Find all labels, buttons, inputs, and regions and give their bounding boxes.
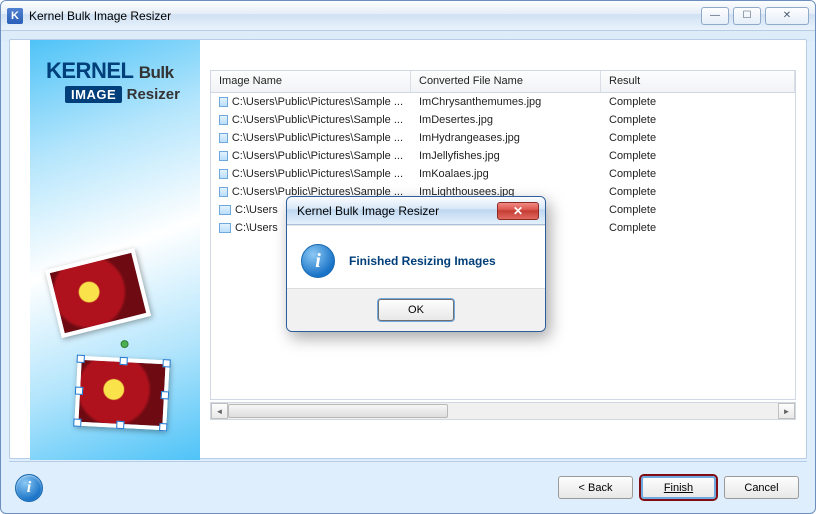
cell-result: Complete bbox=[601, 113, 795, 127]
cell-result: Complete bbox=[601, 167, 795, 181]
dialog-titlebar[interactable]: Kernel Bulk Image Resizer ✕ bbox=[287, 197, 545, 225]
info-icon: i bbox=[301, 244, 335, 278]
cell-image-name: C:\Users\Public\Pictures\Sample ... bbox=[211, 149, 411, 163]
info-button[interactable]: i bbox=[15, 474, 43, 502]
cell-result: Complete bbox=[601, 149, 795, 163]
cell-result: Complete bbox=[601, 131, 795, 145]
minimize-button[interactable]: — bbox=[701, 7, 729, 25]
app-icon: K bbox=[7, 8, 23, 24]
col-result[interactable]: Result bbox=[601, 71, 795, 92]
cell-image-name: C:\Users\Public\Pictures\Sample ... bbox=[211, 95, 411, 109]
dialog-body: i Finished Resizing Images bbox=[287, 225, 545, 288]
cell-image-name: C:\Users\Public\Pictures\Sample ... bbox=[211, 131, 411, 145]
scroll-thumb[interactable] bbox=[228, 404, 448, 418]
col-image-name[interactable]: Image Name bbox=[211, 71, 411, 92]
file-icon bbox=[219, 115, 228, 125]
app-window: K Kernel Bulk Image Resizer — ☐ ✕ KERNEL… bbox=[0, 0, 816, 514]
brand-name: KERNEL bbox=[46, 58, 133, 83]
file-icon bbox=[219, 97, 228, 107]
cell-converted-name: ImJellyfishes.jpg bbox=[411, 149, 601, 163]
table-row[interactable]: C:\Users\Public\Pictures\Sample ...ImKoa… bbox=[211, 165, 795, 183]
cell-converted-name: ImDesertes.jpg bbox=[411, 113, 601, 127]
horizontal-scrollbar[interactable]: ◄ ► bbox=[210, 402, 796, 420]
titlebar[interactable]: K Kernel Bulk Image Resizer — ☐ ✕ bbox=[1, 1, 815, 31]
sample-photo-2 bbox=[74, 356, 170, 431]
cell-result: Complete bbox=[601, 95, 795, 109]
sample-photo-1 bbox=[45, 248, 151, 338]
sidebar: KERNEL Bulk IMAGE Resizer bbox=[30, 40, 200, 460]
col-converted-name[interactable]: Converted File Name bbox=[411, 71, 601, 92]
cell-result: Complete bbox=[601, 185, 795, 199]
cell-converted-name: ImHydrangeases.jpg bbox=[411, 131, 601, 145]
message-dialog: Kernel Bulk Image Resizer ✕ i Finished R… bbox=[286, 196, 546, 332]
table-row[interactable]: C:\Users\Public\Pictures\Sample ...ImDes… bbox=[211, 111, 795, 129]
sample-photos bbox=[36, 250, 196, 450]
file-icon bbox=[219, 151, 228, 161]
cell-result: Complete bbox=[601, 221, 795, 235]
window-title: Kernel Bulk Image Resizer bbox=[29, 9, 171, 23]
maximize-button[interactable]: ☐ bbox=[733, 7, 761, 25]
file-icon bbox=[219, 169, 228, 179]
file-icon bbox=[219, 223, 231, 233]
table-row[interactable]: C:\Users\Public\Pictures\Sample ...ImHyd… bbox=[211, 129, 795, 147]
dialog-footer: OK bbox=[287, 288, 545, 331]
table-row[interactable]: C:\Users\Public\Pictures\Sample ...ImJel… bbox=[211, 147, 795, 165]
cell-converted-name: ImKoalaes.jpg bbox=[411, 167, 601, 181]
table-header: Image Name Converted File Name Result bbox=[211, 71, 795, 93]
back-button[interactable]: < Back bbox=[558, 476, 633, 499]
dialog-title: Kernel Bulk Image Resizer bbox=[297, 204, 439, 218]
scroll-left-button[interactable]: ◄ bbox=[211, 403, 228, 419]
cell-image-name: C:\Users\Public\Pictures\Sample ... bbox=[211, 113, 411, 127]
dialog-close-button[interactable]: ✕ bbox=[497, 202, 539, 220]
cell-converted-name: ImChrysanthemumes.jpg bbox=[411, 95, 601, 109]
brand-tail: Resizer bbox=[127, 86, 180, 103]
table-row[interactable]: C:\Users\Public\Pictures\Sample ...ImChr… bbox=[211, 93, 795, 111]
scroll-right-button[interactable]: ► bbox=[778, 403, 795, 419]
brand-line1: KERNEL Bulk bbox=[46, 58, 190, 84]
ok-button[interactable]: OK bbox=[378, 299, 454, 321]
cancel-button[interactable]: Cancel bbox=[724, 476, 799, 499]
scroll-track[interactable] bbox=[228, 403, 778, 419]
file-icon bbox=[219, 205, 231, 215]
file-icon bbox=[219, 187, 228, 197]
brand-suffix: Bulk bbox=[139, 63, 174, 82]
close-button[interactable]: ✕ bbox=[765, 7, 809, 25]
footer: i < Back Finish Cancel bbox=[9, 461, 807, 505]
dialog-message: Finished Resizing Images bbox=[349, 254, 496, 268]
cell-image-name: C:\Users\Public\Pictures\Sample ... bbox=[211, 167, 411, 181]
brand-badge: IMAGE bbox=[65, 86, 122, 103]
brand-line2: IMAGE Resizer bbox=[46, 86, 190, 104]
cell-result: Complete bbox=[601, 203, 795, 217]
brand: KERNEL Bulk IMAGE Resizer bbox=[30, 40, 200, 110]
finish-button[interactable]: Finish bbox=[641, 476, 716, 499]
file-icon bbox=[219, 133, 228, 143]
